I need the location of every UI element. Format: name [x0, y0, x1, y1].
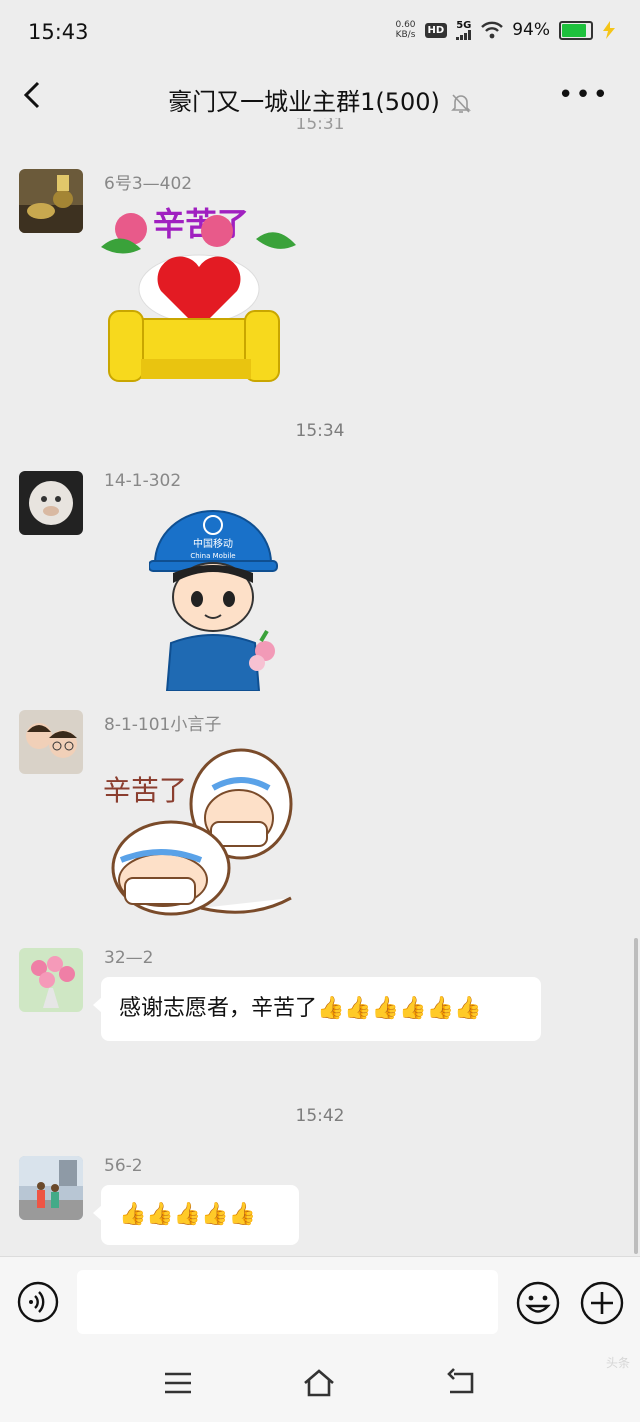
thumbs-up-emoji: 👍 [173, 1202, 202, 1227]
sticker-message[interactable]: 辛苦了 [101, 748, 301, 927]
sticker-message[interactable]: 辛苦了 [101, 199, 301, 395]
more-options-button[interactable]: ••• [558, 82, 610, 108]
message-text: 感谢志愿者，辛苦了 [119, 996, 318, 1021]
timestamp: 15:42 [295, 1106, 345, 1126]
message-item: 32—2 感谢志愿者，辛苦了👍👍👍👍👍👍 [19, 948, 619, 1078]
avatar[interactable] [19, 471, 83, 535]
input-bar [0, 1256, 640, 1351]
text-message[interactable]: 感谢志愿者，辛苦了👍👍👍👍👍👍 [93, 977, 541, 1041]
home-nav-button[interactable] [302, 1366, 336, 1400]
message-input[interactable] [77, 1270, 498, 1334]
sender-name: 6号3—402 [104, 174, 193, 194]
system-nav-bar [0, 1350, 640, 1422]
mute-bell-icon [450, 94, 471, 113]
sender-name: 8-1-101小言子 [104, 715, 222, 735]
network-speed: 0.60 KB/s [395, 20, 416, 40]
thumbs-up-emoji: 👍 [371, 996, 400, 1021]
timestamp: 15:34 [295, 421, 345, 441]
sticker-caption: 辛苦了 [153, 205, 249, 243]
avatar[interactable] [19, 169, 83, 233]
status-time: 15:43 [28, 20, 89, 44]
message-item: 14-1-302 中国移动 China Mobile [19, 471, 619, 692]
voice-input-button[interactable] [17, 1281, 59, 1323]
thumbs-up-emoji: 👍 [454, 996, 482, 1021]
back-nav-button[interactable] [444, 1366, 478, 1400]
message-item: 6号3—402 辛苦了 [19, 169, 619, 399]
chat-title: 豪门又一城业主群1(500) [0, 82, 640, 117]
wifi-icon [481, 21, 504, 39]
thumbs-up-emoji: 👍 [201, 1202, 229, 1227]
emoji-button[interactable] [516, 1281, 560, 1325]
thumbs-up-emoji: 👍 [317, 996, 345, 1021]
thumbs-up-emoji: 👍 [426, 996, 455, 1021]
thumbs-up-emoji: 👍 [228, 1202, 257, 1227]
scrollbar[interactable] [634, 938, 638, 1254]
thumbs-up-emoji: 👍 [119, 1202, 147, 1227]
sticker-message[interactable]: 中国移动 China Mobile [148, 501, 289, 695]
message-item: 8-1-101小言子 辛苦了 [19, 710, 619, 925]
charging-icon [603, 21, 615, 39]
text-message[interactable]: 👍👍👍👍👍 [93, 1185, 299, 1245]
sender-name: 56-2 [104, 1156, 143, 1176]
message-bubble[interactable]: 👍👍👍👍👍 [93, 1185, 299, 1245]
avatar[interactable] [19, 1156, 83, 1220]
battery-icon [559, 20, 593, 40]
sender-name: 14-1-302 [104, 471, 182, 491]
sticker-caption: 中国移动 [193, 537, 233, 550]
thumbs-up-emoji: 👍 [344, 996, 372, 1021]
sticker-caption: 辛苦了 [103, 774, 187, 807]
message-bubble[interactable]: 感谢志愿者，辛苦了👍👍👍👍👍👍 [93, 977, 541, 1041]
message-item: 56-2 👍👍👍👍👍 [19, 1156, 619, 1256]
signal-icon: 5G [456, 20, 472, 40]
thumbs-up-emoji: 👍 [399, 996, 427, 1021]
menu-nav-button[interactable] [161, 1366, 195, 1400]
hd-icon: HD [424, 22, 448, 38]
sticker-subcaption: China Mobile [190, 552, 235, 560]
status-bar: 15:43 0.60 KB/s HD 5G 94% [0, 0, 640, 66]
watermark: 头条 [605, 1356, 630, 1370]
battery-percent: 94% [512, 20, 550, 40]
timestamp-partial: 15:31 [295, 118, 345, 134]
avatar[interactable] [19, 948, 83, 1012]
sender-name: 32—2 [104, 948, 154, 968]
plus-button[interactable] [580, 1281, 624, 1325]
thumbs-up-emoji: 👍 [146, 1202, 174, 1227]
avatar[interactable] [19, 710, 83, 774]
